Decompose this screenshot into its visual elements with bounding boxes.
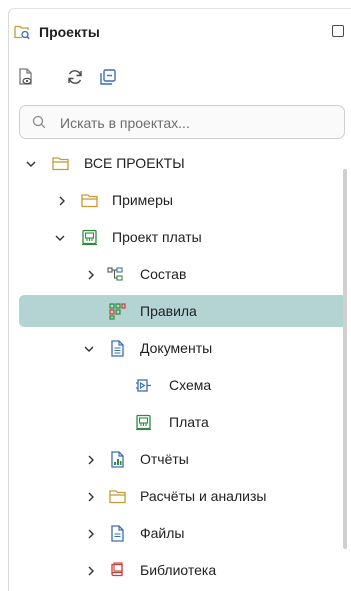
tree-item-board[interactable]: Плата [9,406,351,438]
tree-item-board-project[interactable]: Проект платы [9,221,351,253]
tree-item-calculations[interactable]: Расчёты и анализы [9,480,351,512]
chevron-down-icon[interactable] [25,157,37,169]
tree-item-rules[interactable]: Правила [9,295,351,327]
chevron-right-icon[interactable] [85,564,97,576]
view-file-icon[interactable] [16,67,36,87]
tree-item-label: ВСЕ ПРОЕКТЫ [84,155,185,171]
tree-item-label: Расчёты и анализы [140,488,267,504]
library-icon [109,562,126,579]
chevron-right-icon[interactable] [85,527,97,539]
pcb-icon [135,414,152,431]
search-input[interactable] [58,112,332,134]
tree-item-label: Библиотека [140,562,217,578]
project-explorer-icon [14,24,30,40]
report-icon [109,451,126,468]
collapse-all-icon[interactable] [98,67,118,87]
vertical-scrollbar[interactable] [343,169,347,549]
tree-item-composition[interactable]: Состав [9,258,351,290]
tree-item-files[interactable]: Файлы [9,517,351,549]
tree-item-label: Состав [140,266,187,282]
panel-title: Проекты [39,24,100,40]
hierarchy-icon [107,266,124,283]
tree-item-label: Примеры [112,192,173,208]
search-icon [32,115,46,129]
tree-item-label: Плата [169,414,209,430]
folder-icon [81,192,98,209]
chevron-down-icon[interactable] [83,342,95,354]
maximize-icon[interactable] [332,25,344,37]
tree-item-label: Схема [169,377,212,393]
toolbar [9,65,351,89]
document-icon [109,340,126,357]
file-icon [109,525,126,542]
folder-icon [109,488,126,505]
chevron-right-icon[interactable] [85,453,97,465]
tree-item-examples[interactable]: Примеры [9,184,351,216]
tree-item-label: Документы [140,340,213,356]
search-box[interactable] [19,105,345,139]
tree-item-label: Проект платы [112,229,202,245]
tree-item-label: Файлы [140,525,185,541]
folder-icon [52,155,69,172]
chevron-right-icon[interactable] [85,490,97,502]
chevron-down-icon[interactable] [54,231,66,243]
tree-item-library[interactable]: Библиотека [9,554,351,586]
panel-header: Проекты [9,9,351,55]
tree-item-label: Правила [140,303,197,319]
rules-icon [109,303,126,320]
schematic-icon [135,377,152,394]
tree-item-documents[interactable]: Документы [9,332,351,364]
tree-item-reports[interactable]: Отчёты [9,443,351,475]
tree-item-label: Отчёты [140,451,189,467]
pcb-project-icon [81,229,98,246]
refresh-icon[interactable] [65,67,85,87]
projects-panel: Проекты Искать в проектах... ВСЕ ПРОЕКТЫ… [8,8,351,591]
tree-item-all-projects[interactable]: ВСЕ ПРОЕКТЫ [9,147,351,179]
chevron-right-icon[interactable] [56,194,68,206]
tree-item-schematic[interactable]: Схема [9,369,351,401]
chevron-right-icon[interactable] [85,268,97,280]
